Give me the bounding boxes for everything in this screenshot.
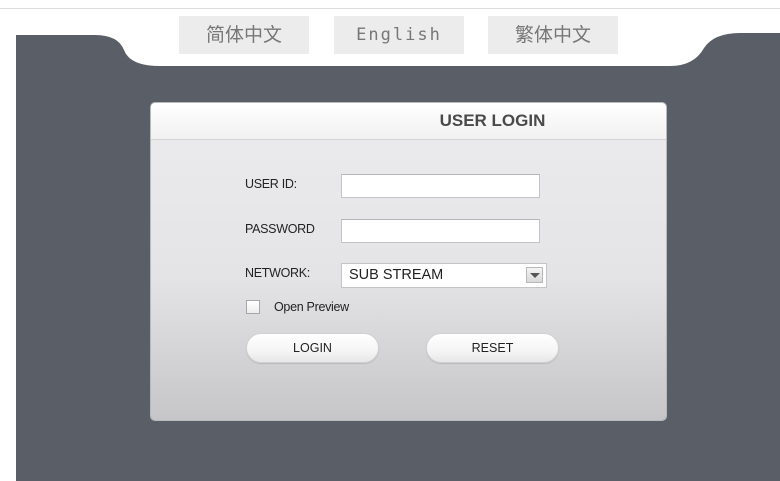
language-traditional-chinese-tab[interactable]: 繁体中文 (488, 16, 618, 54)
network-select[interactable]: SUB STREAM (341, 263, 547, 288)
chevron-down-icon[interactable] (526, 267, 543, 283)
password-label: PASSWORD (245, 222, 315, 236)
network-label: NETWORK: (245, 266, 310, 280)
network-selected-value: SUB STREAM (349, 267, 444, 283)
language-simplified-chinese-tab[interactable]: 简体中文 (179, 16, 309, 54)
reset-button[interactable]: RESET (426, 333, 559, 363)
login-button[interactable]: LOGIN (246, 333, 379, 363)
login-title: USER LOGIN (439, 111, 546, 130)
user-id-label: USER ID: (245, 177, 297, 191)
open-preview-checkbox[interactable] (246, 300, 260, 314)
login-panel: USER LOGIN (151, 103, 666, 420)
user-id-input[interactable] (341, 174, 540, 198)
language-english-tab[interactable]: English (334, 16, 464, 54)
password-input[interactable] (341, 219, 540, 243)
open-preview-label[interactable]: Open Preview (274, 300, 349, 314)
